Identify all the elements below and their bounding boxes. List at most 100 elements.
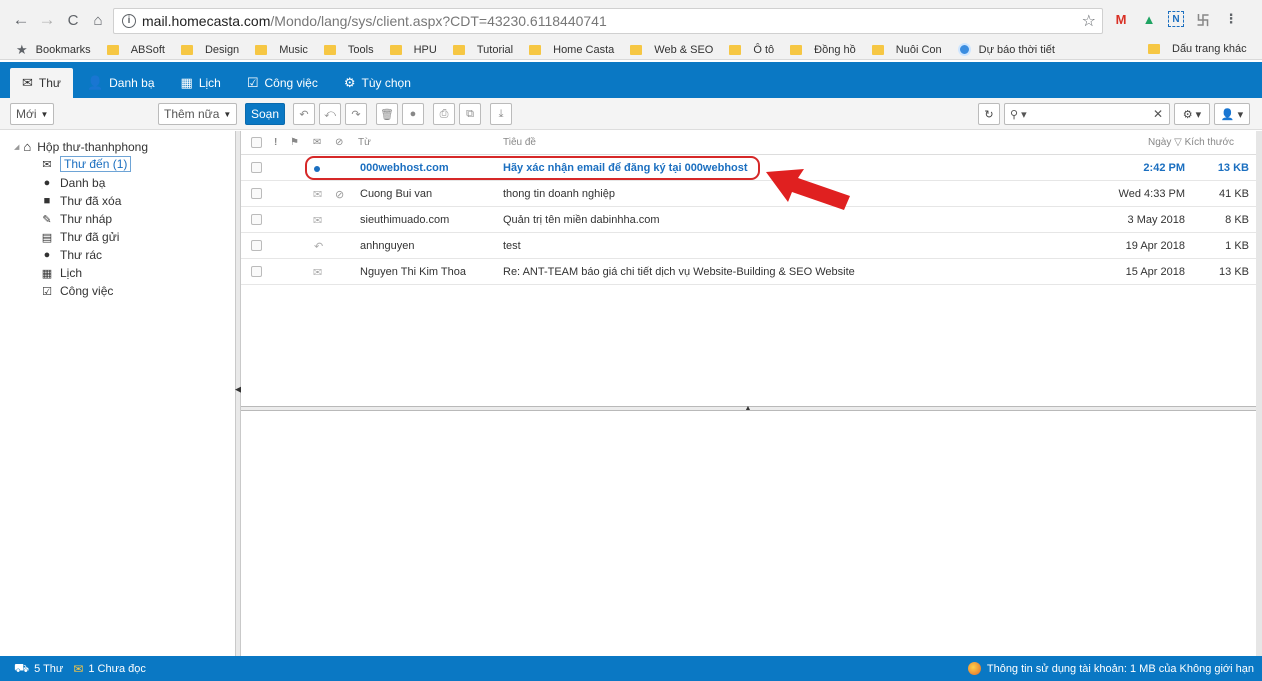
weather-icon <box>957 43 971 56</box>
info-icon[interactable]: i <box>122 14 136 28</box>
tab-contacts[interactable]: 👤 Danh bạ <box>75 68 167 98</box>
bookmark-tools[interactable]: Tools <box>323 44 374 56</box>
message-from: anhnguyen <box>360 240 415 252</box>
message-row[interactable]: ✉ Nguyen Thi Kim Thoa Re: ANT-TEAM báo g… <box>241 259 1256 285</box>
folder-contacts[interactable]: ● Danh bạ <box>40 176 106 190</box>
copy-icon[interactable]: ⧉ <box>459 103 481 125</box>
reply-icon[interactable]: ↶ <box>293 103 315 125</box>
extension-icons: M ▲ N 卐 ⋮ <box>1112 10 1240 28</box>
message-subject: Quản trị tên miền dabinhha.com <box>503 214 660 226</box>
reply-all-icon[interactable]: ⤺ <box>319 103 341 125</box>
bookmark-absoft[interactable]: ABSoft <box>106 44 165 56</box>
calendar-icon: ▦ <box>180 75 193 90</box>
message-row[interactable]: ↶ anhnguyen test 19 Apr 2018 1 KB <box>241 233 1256 259</box>
right-scrollbar[interactable] <box>1256 131 1262 656</box>
folder-sent[interactable]: ▤ Thư đã gửi <box>40 230 120 244</box>
folder-calendar[interactable]: ▦ Lịch <box>40 266 82 280</box>
message-size: 1 KB <box>1225 240 1249 252</box>
bookmark-web-seo[interactable]: Web & SEO <box>630 44 713 56</box>
message-row[interactable]: ✉ sieuthimuado.com Quản trị tên miền dab… <box>241 207 1256 233</box>
tab-calendar[interactable]: ▦ Lịch <box>169 68 233 98</box>
tab-tasks[interactable]: ☑ Công việc <box>235 68 330 98</box>
message-size: 13 KB <box>1217 162 1249 174</box>
gear-icon: ⚙ <box>343 75 356 90</box>
row-checkbox[interactable] <box>251 240 262 251</box>
close-icon[interactable]: ✕ <box>1153 107 1163 121</box>
bookmark-home-casta[interactable]: Home Casta <box>529 44 614 56</box>
row-checkbox[interactable] <box>251 188 262 199</box>
message-row[interactable]: ✉ ⊘ Cuong Bui van thong tin doanh nghiệp… <box>241 181 1256 207</box>
priority-header-icon[interactable]: ! <box>274 137 277 148</box>
folder-drafts[interactable]: ✎ Thư nháp <box>40 212 112 226</box>
folder-icon <box>729 44 742 55</box>
reading-pane <box>241 411 1256 656</box>
home-icon[interactable]: ⌂ <box>87 9 109 31</box>
reload-icon[interactable]: C <box>62 9 84 31</box>
envelope-icon: ✉ <box>313 267 323 279</box>
drive-icon[interactable]: ▲ <box>1140 10 1158 28</box>
address-bar[interactable]: i mail.homecasta.com/Mondo/lang/sys/clie… <box>113 8 1103 34</box>
back-arrow-icon[interactable]: ← <box>10 9 32 31</box>
row-checkbox[interactable] <box>251 214 262 225</box>
bookmark-music[interactable]: Music <box>255 44 308 56</box>
delete-icon[interactable]: 🗑 <box>376 103 398 125</box>
folder-inbox[interactable]: ✉ Thư đến (1) <box>40 156 132 172</box>
mail-toolbar: Mới ▼ Thêm nữa ▼ Soạn ↶ ⤺ ↷ 🗑 ● ⎙ ⧉ ⤓ ↻ ⚲ … <box>0 98 1262 130</box>
bookmark-design[interactable]: Design <box>180 44 239 56</box>
status-header-icon[interactable]: ✉ <box>313 137 321 148</box>
expand-triangle-icon[interactable]: ◢ <box>14 143 19 151</box>
menu-dots-icon[interactable]: ⋮ <box>1222 10 1240 28</box>
refresh-icon[interactable]: ↻ <box>978 103 1000 125</box>
bookmark-nuoi-con[interactable]: Nuôi Con <box>871 44 942 56</box>
message-size: 8 KB <box>1225 214 1249 226</box>
mailbox-root[interactable]: ◢ ⌂ Hộp thư-thanhphong <box>14 139 148 154</box>
collapse-arrow-icon[interactable]: ◀ <box>235 384 242 406</box>
forward-icon[interactable]: ↷ <box>345 103 367 125</box>
extension-n-icon[interactable]: N <box>1168 11 1184 27</box>
account-usage[interactable]: Thông tin sử dụng tài khoản: 1 MB của Kh… <box>967 662 1254 675</box>
folder-icon <box>790 44 803 55</box>
tab-options[interactable]: ⚙ Tùy chọn <box>332 68 423 98</box>
spam-icon[interactable]: ● <box>402 103 424 125</box>
globe-icon <box>967 662 981 675</box>
download-icon[interactable]: ⤓ <box>490 103 512 125</box>
message-subject: Re: ANT-TEAM báo giá chi tiết dịch vụ We… <box>503 266 855 278</box>
bookmark-dong-ho[interactable]: Đồng hồ <box>790 44 856 56</box>
bookmark-hpu[interactable]: HPU <box>389 44 437 56</box>
folder-icon <box>871 44 884 55</box>
print-icon[interactable]: ⎙ <box>433 103 455 125</box>
attachment-header-icon[interactable]: ⊘ <box>335 137 343 148</box>
bookmark-tutorial[interactable]: Tutorial <box>452 44 513 56</box>
chevron-down-icon: ▼ <box>223 109 232 119</box>
folder-trash[interactable]: ■ Thư đã xóa <box>40 194 122 208</box>
select-all-checkbox[interactable] <box>251 137 262 148</box>
folder-icon <box>180 44 193 55</box>
bookmark-o-to[interactable]: Ô tô <box>729 44 774 56</box>
bookmark-star-icon[interactable]: ☆ <box>1082 11 1096 31</box>
settings-gear-icon[interactable]: ⚙ ▾ <box>1174 103 1210 125</box>
folder-tasks[interactable]: ☑ Công việc <box>40 284 113 298</box>
user-menu-icon[interactable]: 👤 ▾ <box>1214 103 1250 125</box>
bookmark-weather[interactable]: Dự báo thời tiết <box>957 43 1055 56</box>
folder-spam[interactable]: ● Thư rác <box>40 248 102 262</box>
from-column-header[interactable]: Từ <box>358 137 371 148</box>
envelope-icon: ✉ <box>22 75 33 90</box>
row-checkbox[interactable] <box>251 162 262 173</box>
search-input[interactable]: ⚲ ▾ ✕ <box>1004 103 1170 125</box>
new-dropdown-button[interactable]: Mới ▼ <box>10 103 55 125</box>
forward-arrow-icon[interactable]: → <box>36 9 58 31</box>
bookmarks-label[interactable]: ★ Bookmarks <box>16 42 91 58</box>
extension-translate-icon[interactable]: 卐 <box>1194 10 1212 28</box>
browser-toolbar: ← → C ⌂ i mail.homecasta.com/Mondo/lang/… <box>0 0 1262 40</box>
compose-button[interactable]: Soạn <box>245 103 286 125</box>
row-checkbox[interactable] <box>251 266 262 277</box>
more-dropdown-button[interactable]: Thêm nữa ▼ <box>158 103 238 125</box>
subject-column-header[interactable]: Tiêu đề <box>503 137 536 148</box>
date-column-header[interactable]: Ngày ▽ Kích thước <box>1148 137 1234 148</box>
inbox-icon: ✉ <box>42 158 52 171</box>
flag-header-icon[interactable]: ⚑ <box>290 137 299 148</box>
other-bookmarks[interactable]: Dấu trang khác <box>1148 43 1247 55</box>
tab-mail[interactable]: ✉ Thư <box>10 68 73 98</box>
gmail-icon[interactable]: M <box>1112 10 1130 28</box>
spam-icon: ● <box>43 249 51 261</box>
